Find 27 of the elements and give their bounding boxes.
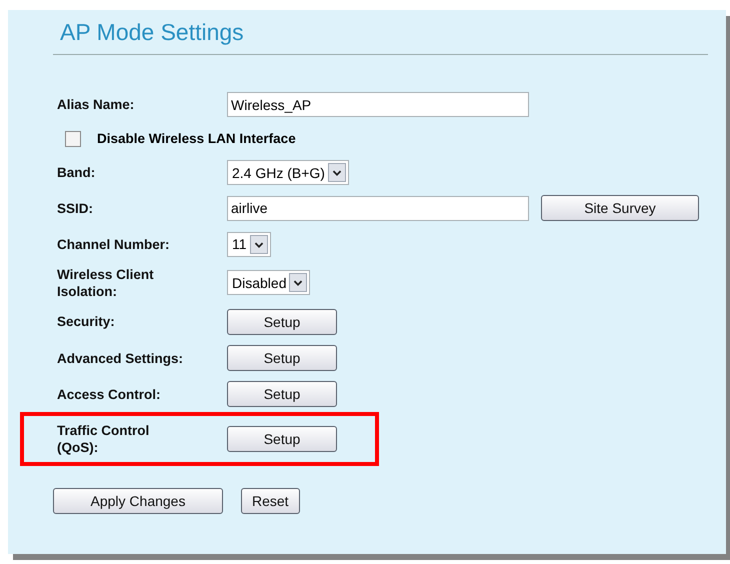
site-survey-button[interactable]: Site Survey: [541, 195, 699, 221]
apply-changes-button[interactable]: Apply Changes: [53, 488, 223, 514]
caret-icon: [289, 273, 308, 292]
field-label: Advanced Settings:: [57, 350, 184, 366]
dropdown[interactable]: Disabled: [227, 270, 310, 295]
text-field[interactable]: Wireless_AP: [227, 92, 529, 117]
caret-icon: [328, 163, 346, 182]
setup-button[interactable]: Setup: [227, 308, 337, 334]
text-field[interactable]: airlive: [227, 196, 529, 220]
field-label: Channel Number:: [57, 236, 171, 252]
page-title: AP Mode Settings: [60, 18, 245, 46]
reset-button[interactable]: Reset: [241, 488, 300, 514]
field-label: Band:: [57, 164, 96, 181]
field-label: Access Control:: [57, 386, 162, 402]
setup-button[interactable]: Setup: [227, 426, 337, 452]
setup-button[interactable]: Setup: [227, 345, 337, 371]
field-label: Wireless Client Isolation:: [57, 266, 155, 300]
caret-icon: [250, 234, 268, 254]
setup-button[interactable]: Setup: [227, 381, 337, 407]
checkbox[interactable]: [65, 130, 81, 146]
field-label: Security:: [57, 313, 116, 330]
field-label: SSID:: [57, 200, 94, 216]
checkbox-label: Disable Wireless LAN Interface: [97, 131, 296, 146]
dropdown[interactable]: 11: [227, 232, 271, 256]
dropdown[interactable]: 2.4 GHz (B+G): [227, 160, 349, 185]
field-label: Traffic Control (QoS):: [57, 422, 150, 456]
field-label: Alias Name:: [57, 96, 136, 113]
